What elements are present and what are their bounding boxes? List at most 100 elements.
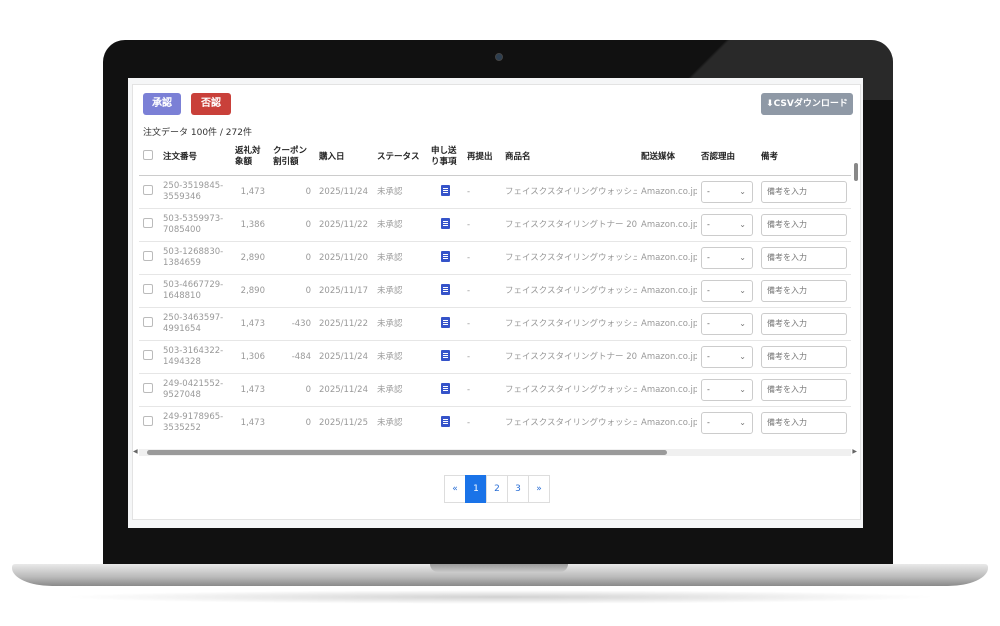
row-checkbox[interactable]: [139, 340, 159, 374]
table-row[interactable]: 503-3164322-1494328 1,306 -484 2025/11/24 未承…: [139, 340, 851, 374]
resubmit: -: [463, 373, 501, 407]
pagination-prev[interactable]: «: [444, 475, 466, 503]
status: 未承認: [373, 307, 427, 341]
table-row[interactable]: 250-3463597-4991654 1,473 -430 2025/11/22 未承…: [139, 307, 851, 341]
reject-reason-select[interactable]: - ⌄: [701, 181, 753, 203]
header-order-number[interactable]: 注文番号: [159, 139, 231, 176]
note-input[interactable]: 備考を入力: [761, 214, 847, 236]
reject-reason-value: -: [707, 319, 710, 328]
csv-download-button[interactable]: ⬇CSVダウンロード: [761, 93, 853, 115]
header-coupon-discount[interactable]: クーポン割引額: [269, 139, 315, 176]
order-number: 249-9178965-3535252: [159, 406, 231, 439]
product-name: フェイスクスタイリングトナー 200…: [501, 340, 637, 374]
document-icon[interactable]: [440, 316, 450, 328]
table-row[interactable]: 249-9178965-3535252 1,473 0 2025/11/25 未承認 - フ…: [139, 406, 851, 439]
header-note[interactable]: 備考: [757, 139, 851, 176]
document-icon[interactable]: [440, 184, 450, 196]
note-input[interactable]: 備考を入力: [761, 412, 847, 434]
media: Amazon.co.jp: [637, 175, 697, 209]
product-name: フェイスクスタイリングトナー 200…: [501, 208, 637, 242]
media: Amazon.co.jp: [637, 241, 697, 275]
coupon-discount: 0: [269, 274, 315, 308]
pagination-page-2[interactable]: 2: [486, 475, 508, 503]
chevron-down-icon: ⌄: [739, 220, 746, 229]
header-status[interactable]: ステータス: [373, 139, 427, 176]
reject-reason-cell: - ⌄: [697, 208, 757, 242]
note-cell: 備考を入力: [757, 307, 851, 341]
reject-reason-cell: - ⌄: [697, 406, 757, 439]
status: 未承認: [373, 175, 427, 209]
note-input[interactable]: 備考を入力: [761, 346, 847, 368]
pagination-next[interactable]: »: [528, 475, 550, 503]
row-checkbox[interactable]: [139, 373, 159, 407]
note-input[interactable]: 備考を入力: [761, 379, 847, 401]
scrollbar-thumb[interactable]: [147, 450, 667, 455]
reject-reason-cell: - ⌄: [697, 307, 757, 341]
document-icon[interactable]: [440, 349, 450, 361]
reject-reason-cell: - ⌄: [697, 274, 757, 308]
pagination-page-1[interactable]: 1: [465, 475, 487, 503]
header-purchase-date[interactable]: 購入日: [315, 139, 373, 176]
note-input[interactable]: 備考を入力: [761, 313, 847, 335]
note-input[interactable]: 備考を入力: [761, 181, 847, 203]
note-input[interactable]: 備考を入力: [761, 280, 847, 302]
table-row[interactable]: 250-3519845-3559346 1,473 0 2025/11/24 未承認 - フ…: [139, 175, 851, 209]
row-checkbox[interactable]: [139, 406, 159, 439]
status: 未承認: [373, 274, 427, 308]
reject-reason-select[interactable]: - ⌄: [701, 214, 753, 236]
table-row[interactable]: 503-1268830-1384659 2,890 0 2025/11/20 未承認 - フ…: [139, 241, 851, 275]
memo-cell: [427, 241, 463, 275]
header-return-amount[interactable]: 返礼対象額: [231, 139, 269, 176]
note-input[interactable]: 備考を入力: [761, 247, 847, 269]
row-checkbox[interactable]: [139, 274, 159, 308]
approve-button[interactable]: 承認: [143, 93, 181, 115]
table-row[interactable]: 249-0421552-9527048 1,473 0 2025/11/24 未承認 - フ…: [139, 373, 851, 407]
document-icon[interactable]: [440, 217, 450, 229]
chevron-down-icon: ⌄: [739, 319, 746, 328]
note-cell: 備考を入力: [757, 340, 851, 374]
header-media[interactable]: 配送媒体: [637, 139, 697, 176]
pagination-page-3[interactable]: 3: [507, 475, 529, 503]
purchase-date: 2025/11/22: [315, 208, 373, 242]
return-amount: 1,473: [231, 307, 269, 341]
reject-button[interactable]: 否認: [191, 93, 231, 115]
purchase-date: 2025/11/24: [315, 373, 373, 407]
chevron-down-icon: ⌄: [739, 352, 746, 361]
document-icon[interactable]: [440, 415, 450, 427]
reject-reason-select[interactable]: - ⌄: [701, 346, 753, 368]
pagination: « 1 2 3 »: [444, 475, 550, 503]
webcam-icon: [495, 53, 503, 61]
reject-reason-select[interactable]: - ⌄: [701, 379, 753, 401]
header-reject-reason[interactable]: 否認理由: [697, 139, 757, 176]
row-checkbox[interactable]: [139, 175, 159, 209]
return-amount: 1,473: [231, 373, 269, 407]
orders-table: 注文番号 返礼対象額 クーポン割引額 購入日 ステータス 申し送り事項 再提出 …: [139, 139, 851, 439]
purchase-date: 2025/11/20: [315, 241, 373, 275]
return-amount: 1,386: [231, 208, 269, 242]
row-checkbox[interactable]: [139, 241, 159, 275]
horizontal-scrollbar[interactable]: ◀ ▶: [133, 448, 857, 456]
reject-reason-select[interactable]: - ⌄: [701, 280, 753, 302]
header-product-name[interactable]: 商品名: [501, 139, 637, 176]
reject-reason-select[interactable]: - ⌄: [701, 313, 753, 335]
memo-cell: [427, 340, 463, 374]
document-icon[interactable]: [440, 382, 450, 394]
reject-reason-value: -: [707, 253, 710, 262]
header-resubmit[interactable]: 再提出: [463, 139, 501, 176]
table-row[interactable]: 503-5359973-7085400 1,386 0 2025/11/22 未承認 - フ…: [139, 208, 851, 242]
document-icon[interactable]: [440, 283, 450, 295]
header-memo[interactable]: 申し送り事項: [427, 139, 463, 176]
reject-reason-select[interactable]: - ⌄: [701, 247, 753, 269]
document-icon[interactable]: [440, 250, 450, 262]
row-checkbox[interactable]: [139, 307, 159, 341]
screen: 承認 否認 ⬇CSVダウンロード 注文データ 100件 / 272件 注文番号 …: [128, 78, 863, 528]
row-checkbox[interactable]: [139, 208, 159, 242]
select-all-checkbox[interactable]: [139, 139, 159, 176]
note-cell: 備考を入力: [757, 406, 851, 439]
coupon-discount: 0: [269, 175, 315, 209]
table-row[interactable]: 503-4667729-1648810 2,890 0 2025/11/17 未承認 - フ…: [139, 274, 851, 308]
vertical-scrollbar[interactable]: [854, 151, 858, 443]
purchase-date: 2025/11/17: [315, 274, 373, 308]
reject-reason-select[interactable]: - ⌄: [701, 412, 753, 434]
product-name: フェイスクスタイリングウォッシュ…: [501, 274, 637, 308]
